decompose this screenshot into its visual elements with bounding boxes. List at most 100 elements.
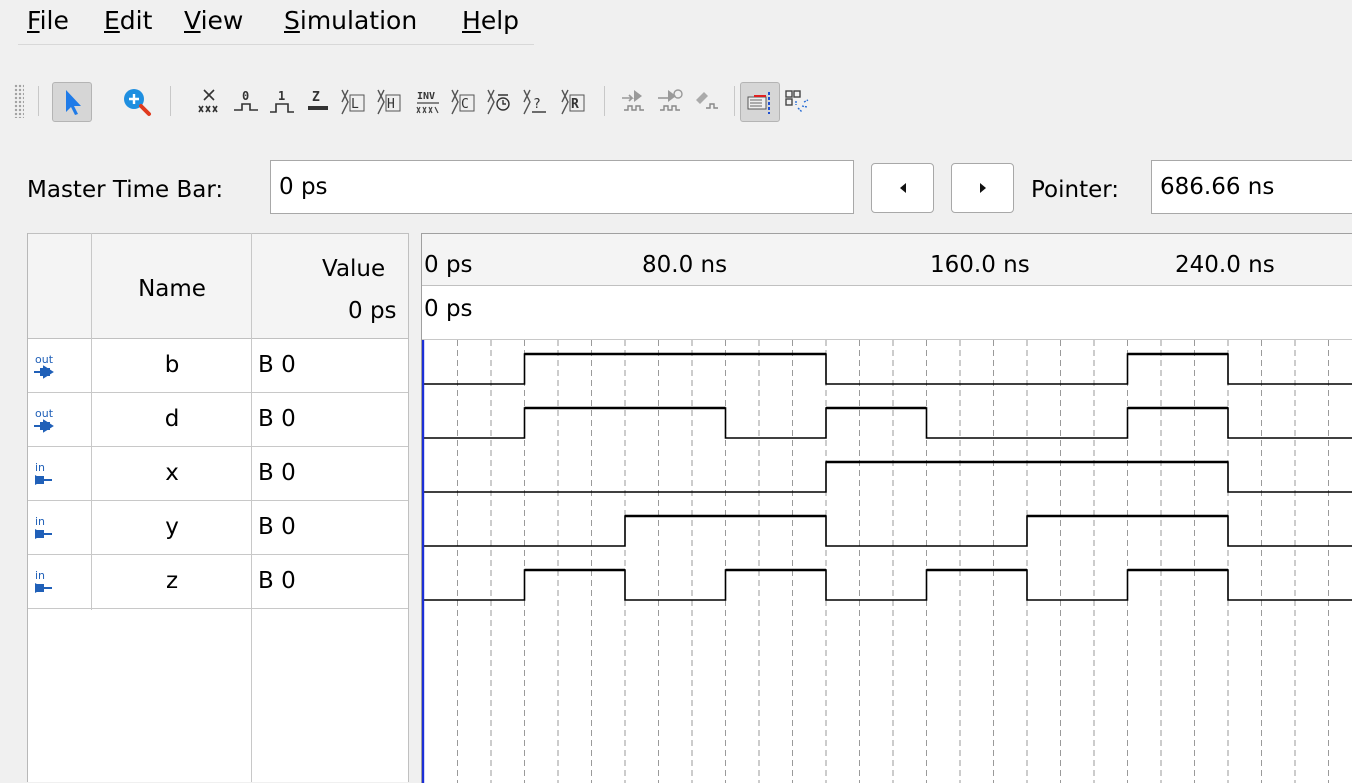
signal-name: y	[165, 514, 179, 540]
zoom-tool-button[interactable]	[116, 82, 156, 122]
generate-netlist-button[interactable]	[688, 82, 728, 122]
random-value-icon: R	[561, 89, 585, 115]
forcing-low-button[interactable]: 0	[226, 82, 266, 122]
master-time-bar-field[interactable]: 0 ps	[270, 160, 854, 214]
signal-table-header: Name Value 0 ps	[28, 233, 409, 339]
svg-text:L: L	[351, 97, 359, 112]
selection-tool-button[interactable]	[52, 82, 92, 122]
svg-text:R: R	[571, 97, 579, 112]
forcing-unknown-button[interactable]	[190, 82, 230, 122]
signal-row[interactable]: in x B 0	[28, 447, 409, 501]
snap-to-grid-icon	[747, 92, 770, 114]
run-timing-simulation-icon	[658, 89, 683, 111]
forcing-unknown-icon	[198, 89, 218, 113]
menu-bar: File Edit View Simulation Help	[0, 0, 1352, 46]
waveform-canvas[interactable]	[422, 234, 1352, 783]
svg-text:C: C	[461, 97, 469, 112]
waveform-y[interactable]	[424, 515, 1352, 547]
signal-value: B 0	[258, 460, 296, 486]
signal-row[interactable]: in z B 0	[28, 555, 409, 609]
name-column-header[interactable]: Name	[92, 276, 252, 302]
menu-help-label: elp	[480, 6, 520, 35]
clock-value-button[interactable]	[482, 82, 522, 122]
svg-text:INV: INV	[417, 91, 435, 102]
svg-text:out: out	[35, 407, 54, 420]
menu-file-mnemonic: F	[27, 6, 40, 35]
menu-help[interactable]: Help	[462, 4, 519, 38]
previous-transition-button[interactable]	[871, 163, 934, 213]
toolbar-separator	[38, 86, 39, 116]
svg-text:Z: Z	[312, 90, 320, 105]
input-pin-icon: in	[35, 515, 52, 539]
menu-divider	[18, 44, 534, 45]
svg-text:0: 0	[242, 89, 249, 103]
arrow-left-icon	[899, 183, 906, 193]
svg-text:1: 1	[278, 89, 285, 103]
high-impedance-button[interactable]: Z	[298, 82, 338, 122]
menu-simulation[interactable]: Simulation	[284, 4, 417, 38]
run-timing-simulation-button[interactable]	[650, 82, 690, 122]
arbitrary-value-icon: ?	[523, 89, 546, 115]
input-pin-icon: in	[35, 569, 52, 593]
value-column-header[interactable]: Value	[322, 256, 385, 282]
toolbar-grip[interactable]	[14, 84, 24, 118]
pointer-field[interactable]: 686.66 ns	[1151, 160, 1352, 214]
menu-simulation-mnemonic: S	[284, 6, 300, 35]
zoom-tool-icon	[124, 89, 151, 116]
signal-value: B 0	[258, 568, 296, 594]
signal-table: Name Value 0 ps out b B 0 out d B 0 in x…	[27, 233, 409, 782]
svg-text:out: out	[35, 353, 54, 366]
waveform-pane[interactable]: 0 ps 80.0 ns 160.0 ns 240.0 ns 0 ps	[421, 233, 1352, 783]
waveform-toolbar: 0 1 Z L H INV C ? R	[0, 62, 1352, 138]
menu-file[interactable]: File	[27, 4, 69, 38]
signal-row[interactable]: out b B 0	[28, 339, 409, 393]
grid-settings-button[interactable]	[776, 82, 816, 122]
signal-name: x	[165, 460, 179, 486]
random-value-button[interactable]: R	[556, 82, 596, 122]
signal-row[interactable]: out d B 0	[28, 393, 409, 447]
svg-text:H: H	[387, 97, 395, 112]
forcing-high-button[interactable]: 1	[262, 82, 302, 122]
menu-help-mnemonic: H	[462, 6, 481, 35]
svg-text:in: in	[35, 515, 45, 528]
waveform-d[interactable]	[424, 407, 1352, 439]
weak-low-button[interactable]: L	[336, 82, 376, 122]
weak-high-button[interactable]: H	[372, 82, 412, 122]
toolbar-separator	[604, 86, 605, 116]
generate-netlist-icon	[696, 92, 718, 109]
menu-simulation-label: imulation	[299, 6, 418, 35]
table-splitter[interactable]	[408, 233, 409, 782]
signal-name: b	[164, 352, 180, 378]
arbitrary-value-button[interactable]: ?	[518, 82, 558, 122]
arrow-right-icon	[979, 183, 986, 193]
svg-text:in: in	[35, 569, 45, 582]
invert-button[interactable]: INV	[408, 82, 448, 122]
next-transition-button[interactable]	[951, 163, 1014, 213]
snap-to-grid-button[interactable]	[740, 82, 780, 122]
signal-value: B 0	[258, 352, 296, 378]
svg-text:?: ?	[533, 97, 541, 112]
menu-edit-label: dit	[119, 6, 153, 35]
waveform-b[interactable]	[424, 353, 1352, 385]
run-functional-simulation-icon	[622, 90, 644, 111]
selection-tool-icon	[66, 90, 81, 115]
weak-low-icon: L	[341, 89, 365, 115]
high-impedance-icon: Z	[308, 90, 328, 110]
waveform-z[interactable]	[424, 569, 1352, 601]
waveform-x[interactable]	[424, 461, 1352, 493]
signal-row[interactable]: in y B 0	[28, 501, 409, 555]
pointer-label: Pointer:	[1031, 177, 1120, 203]
menu-view-mnemonic: V	[184, 6, 201, 35]
signal-value: B 0	[258, 514, 296, 540]
menu-view-label: iew	[200, 6, 244, 35]
invert-icon: INV	[416, 91, 439, 114]
run-functional-simulation-button[interactable]	[614, 82, 654, 122]
menu-edit-mnemonic: E	[104, 6, 120, 35]
menu-view[interactable]: View	[184, 4, 243, 38]
clock-value-icon	[487, 89, 510, 115]
menu-edit[interactable]: Edit	[104, 4, 152, 38]
output-pin-icon: out	[34, 407, 54, 433]
output-pin-icon: out	[34, 353, 54, 379]
weak-high-icon: H	[377, 89, 401, 115]
count-value-button[interactable]: C	[446, 82, 486, 122]
